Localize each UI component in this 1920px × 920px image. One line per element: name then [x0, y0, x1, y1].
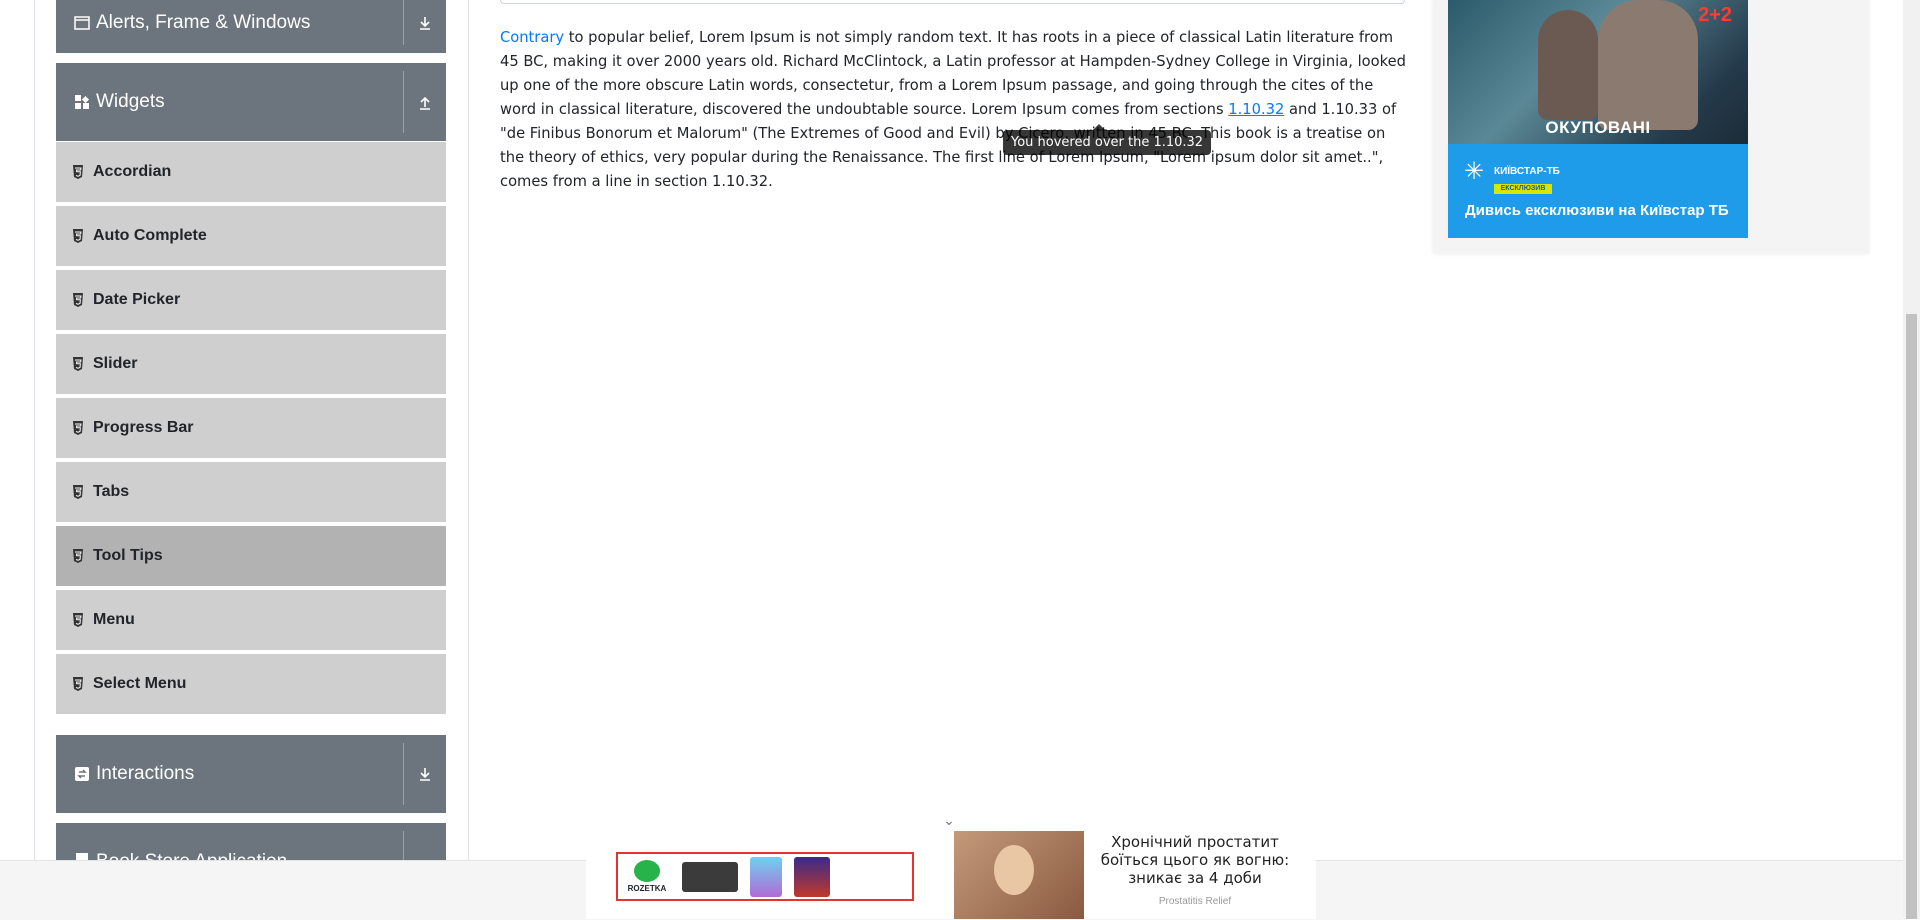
group-label: Interactions: [96, 763, 195, 784]
rozetka-smiley-icon: [634, 860, 660, 882]
menu-item-tabs[interactable]: Tabs: [56, 462, 446, 524]
contrary-link[interactable]: Contrary: [500, 29, 564, 46]
group-label: Alerts, Frame & Windows: [96, 11, 311, 33]
html5-icon: [71, 677, 85, 691]
widgets-icon: [74, 94, 90, 110]
rozetka-label: ROZETKA: [627, 884, 667, 893]
section-link[interactable]: 1.10.32: [1228, 101, 1284, 118]
group-divider: [403, 71, 404, 133]
ad-badge: ЕКСКЛЮЗИВ: [1494, 184, 1552, 194]
menu-item-label: Auto Complete: [93, 227, 207, 244]
menu-item-label: Tool Tips: [93, 547, 163, 564]
html5-icon: [71, 549, 85, 563]
ad-channel-logo: 2+2: [1698, 4, 1732, 26]
group-divider: [403, 0, 404, 45]
html5-icon: [71, 165, 85, 179]
window-icon: [74, 15, 90, 31]
chevron-down-icon[interactable]: ⌄: [942, 813, 956, 827]
menu-item-label: Menu: [93, 611, 135, 628]
interactions-icon: [74, 766, 90, 782]
menu-item-auto-complete[interactable]: Auto Complete: [56, 206, 446, 268]
html5-icon: [71, 293, 85, 307]
expand-arrow-icon[interactable]: [412, 761, 438, 787]
ad-headline[interactable]: Хронічний простатит боїться цього як вог…: [1096, 833, 1294, 887]
menu-item-menu[interactable]: Menu: [56, 590, 446, 652]
collapse-arrow-icon[interactable]: [412, 89, 438, 115]
menu-item-progress-bar[interactable]: Progress Bar: [56, 398, 446, 460]
ad-photo-object: [994, 845, 1034, 895]
ad-product-game: [794, 856, 830, 897]
menu-item-label: Tabs: [93, 483, 130, 500]
html5-icon: [71, 613, 85, 627]
menu-item-label: Date Picker: [93, 291, 181, 308]
ad-product-monitor: [682, 861, 738, 892]
html5-icon: [71, 229, 85, 243]
group-header-alerts[interactable]: Alerts, Frame & Windows: [56, 0, 446, 53]
tooltip-paragraph: Contrary to popular belief, Lorem Ipsum …: [500, 26, 1406, 194]
ad-banner-footer[interactable]: ✳ КИЇВСТАР-ТБ ЕКСКЛЮЗИВ Дивись ексклюзив…: [1448, 144, 1748, 238]
page-border-left: [34, 0, 35, 860]
html5-icon: [71, 357, 85, 371]
rozetka-ad[interactable]: ROZETKA: [616, 852, 914, 901]
html5-icon: [71, 485, 85, 499]
rozetka-logo: ROZETKA: [618, 854, 676, 899]
ad-tagline: Дивись ексклюзиви на Київстар ТБ: [1465, 202, 1729, 219]
ad-brand: КИЇВСТАР-ТБ: [1494, 166, 1560, 177]
ad-caption: ОКУПОВАНІ: [1545, 118, 1651, 137]
ad-person-image: [1598, 0, 1698, 130]
ad-photo[interactable]: [954, 831, 1084, 919]
group-header-widgets[interactable]: Widgets: [56, 63, 446, 141]
html5-icon: [71, 421, 85, 435]
ad-banner-image[interactable]: 2+2 ОКУПОВАНІ: [1448, 0, 1748, 144]
kyivstar-star-icon: ✳: [1464, 158, 1485, 185]
sidebar-border: [468, 0, 469, 860]
menu-item-label: Slider: [93, 355, 138, 372]
menu-item-label: Accordian: [93, 163, 172, 180]
ad-source: Prostatitis Relief: [1158, 896, 1232, 907]
hover-tooltip: You hovered over the 1.10.32: [1003, 130, 1212, 155]
menu-item-slider[interactable]: Slider: [56, 334, 446, 396]
menu-item-label: Progress Bar: [93, 419, 194, 436]
menu-item-select-menu[interactable]: Select Menu: [56, 654, 446, 716]
group-header-interactions[interactable]: Interactions: [56, 735, 446, 813]
previous-content-box: [500, 0, 1405, 4]
menu-item-label: Select Menu: [93, 675, 187, 692]
menu-item-date-picker[interactable]: Date Picker: [56, 270, 446, 332]
menu-item-tool-tips[interactable]: Tool Tips: [56, 526, 446, 588]
expand-arrow-icon[interactable]: [412, 10, 438, 36]
menu-item-accordian[interactable]: Accordian: [56, 142, 446, 204]
ad-product-phone: [750, 856, 782, 897]
group-divider: [403, 743, 404, 805]
group-label: Widgets: [96, 91, 165, 112]
scrollbar-thumb[interactable]: [1906, 314, 1917, 919]
ad-person-image: [1538, 10, 1598, 120]
